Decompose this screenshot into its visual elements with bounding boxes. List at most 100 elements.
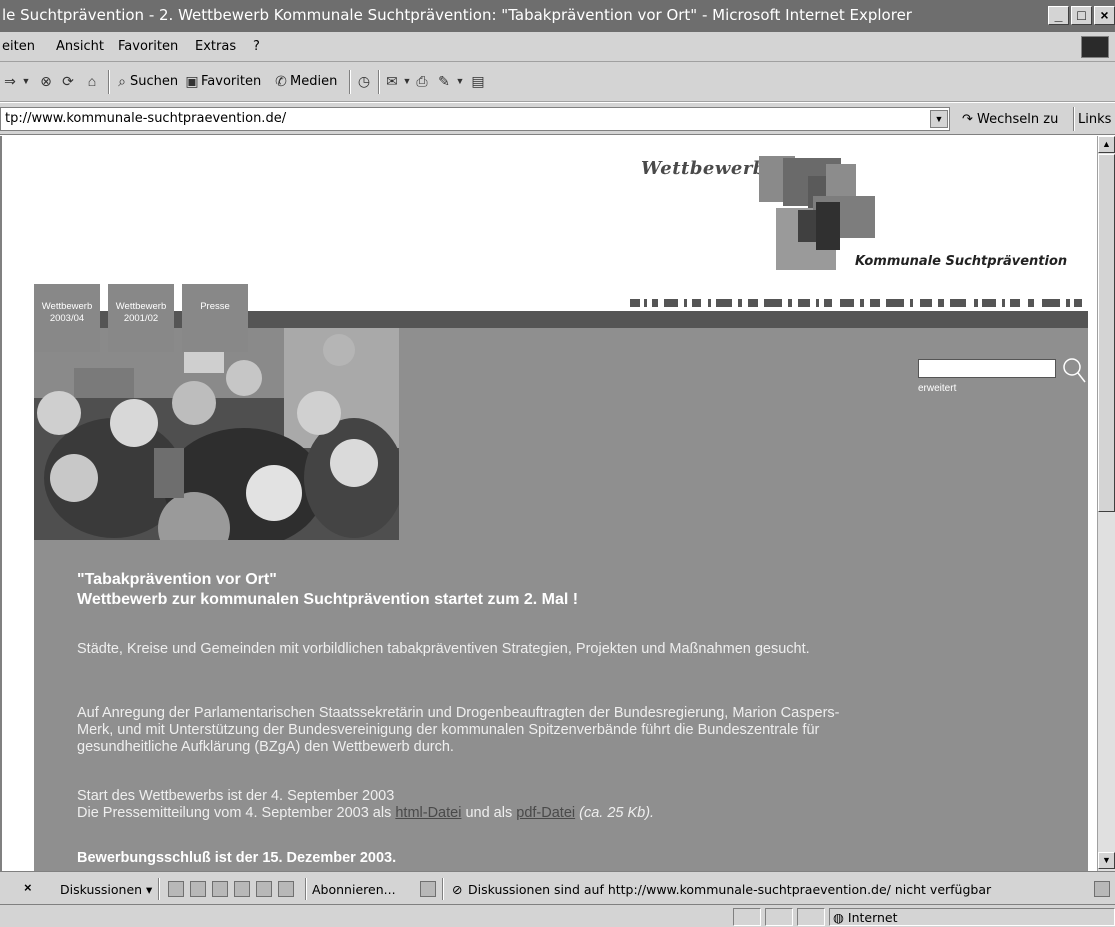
nav-tab-line: Presse: [200, 301, 230, 312]
paragraph-3-line-1: Start des Wettbewerbs ist der 4. Septemb…: [77, 788, 395, 804]
headline-line-1: "Tabakprävention vor Ort": [77, 571, 277, 588]
paragraph-3: Start des Wettbewerbs ist der 4. Septemb…: [77, 788, 897, 822]
pdf-file-link[interactable]: pdf-Datei: [516, 805, 575, 821]
nav-tab-line: 2001/02: [123, 313, 159, 324]
nav-tab-line: Wettbewerb: [41, 301, 93, 312]
history-icon[interactable]: ◷: [356, 73, 372, 89]
advanced-search-link[interactable]: erweitert: [918, 383, 956, 394]
zone-label: Internet: [847, 910, 898, 925]
address-bar: tp://www.kommunale-suchtpraevention.de/ …: [0, 103, 1115, 135]
deadline-text: Bewerbungsschluß ist der 15. Dezember 20…: [77, 850, 397, 866]
discussion-close-button[interactable]: ×: [24, 880, 32, 895]
windows-logo-icon: [1081, 36, 1109, 58]
menu-extras[interactable]: Extras: [195, 39, 236, 54]
logo-title: Wettbewerb: [641, 158, 766, 179]
go-label: Wechseln zu: [977, 112, 1059, 127]
toolbar-separator: [442, 878, 444, 900]
toolbar-separator: [158, 878, 160, 900]
favorites-button[interactable]: Favoriten: [201, 74, 261, 89]
paragraph-3-text-mid: und als: [461, 805, 517, 821]
page-viewport: Wettbewerb Kommunale Suchtprävention erw…: [0, 136, 1097, 871]
delete-discussion-icon[interactable]: [278, 881, 294, 897]
address-input[interactable]: tp://www.kommunale-suchtpraevention.de/: [0, 107, 950, 131]
paragraph-2: Auf Anregung der Parlamentarischen Staat…: [77, 705, 840, 755]
go-button[interactable]: ↷ Wechseln zu: [962, 112, 1058, 127]
discuss-icon[interactable]: ▤: [470, 73, 486, 89]
edit-dropdown-icon[interactable]: ▼: [452, 73, 468, 89]
nav-tab-line: 2003/04: [49, 313, 85, 324]
group-photo: [34, 328, 399, 540]
minimize-button[interactable]: _: [1048, 6, 1069, 25]
stop-icon[interactable]: ⊗: [38, 73, 54, 89]
reply-icon[interactable]: [190, 881, 206, 897]
address-separator: [1073, 107, 1075, 131]
window-title: le Suchtprävention - 2. Wettbewerb Kommu…: [2, 6, 912, 24]
paragraph-3-text-post: (ca. 25 Kb).: [575, 805, 655, 821]
web-page: Wettbewerb Kommunale Suchtprävention erw…: [18, 136, 1097, 871]
toolbar-separator: [305, 878, 307, 900]
nav-tab-line: Wettbewerb: [115, 301, 167, 312]
subscribe-button[interactable]: Abonnieren...: [312, 882, 396, 897]
search-icon[interactable]: [1061, 356, 1087, 386]
discussion-bar: × Diskussionen ▾ Abonnieren... ⊘ Diskuss…: [0, 871, 1115, 905]
nav-tab-presse[interactable]: Presse: [182, 284, 248, 352]
maximize-button[interactable]: □: [1071, 6, 1092, 25]
no-discussions-icon: ⊘: [452, 882, 463, 897]
status-cell: [733, 908, 761, 926]
title-bar: le Suchtprävention - 2. Wettbewerb Kommu…: [0, 0, 1115, 32]
print-icon[interactable]: ⎙: [414, 73, 430, 89]
main-content: erweitert "Tabakprävention vor Ort" Wett…: [34, 328, 1088, 871]
discussions-menu[interactable]: Diskussionen ▾: [60, 882, 152, 897]
mail-dropdown-icon[interactable]: ▼: [399, 73, 415, 89]
expand-icon[interactable]: [212, 881, 228, 897]
collapse-icon[interactable]: [234, 881, 250, 897]
logo-subtitle: Kommunale Suchtprävention: [855, 254, 1068, 269]
window-controls: _ □ ×: [1048, 6, 1115, 25]
status-cell: [765, 908, 793, 926]
search-input[interactable]: [918, 359, 1056, 378]
toolbar-separator: [108, 70, 110, 94]
menu-help[interactable]: ?: [253, 39, 260, 54]
paragraph-1: Städte, Kreise und Gemeinden mit vorbild…: [77, 641, 810, 657]
edit-discussion-icon[interactable]: [256, 881, 272, 897]
group-photo-image: [34, 328, 399, 540]
zone-indicator: ◍ Internet: [833, 910, 898, 925]
nav-tab-wettbewerb-2003[interactable]: Wettbewerb 2003/04: [34, 284, 100, 352]
links-button[interactable]: Links: [1078, 112, 1111, 127]
address-dropdown-icon[interactable]: ▼: [930, 110, 948, 128]
mail-icon[interactable]: ✉: [384, 73, 400, 89]
scroll-thumb[interactable]: [1098, 154, 1115, 512]
menu-edit[interactable]: eiten: [2, 39, 35, 54]
menu-favorites[interactable]: Favoriten: [118, 39, 178, 54]
toolbar-separator: [349, 70, 351, 94]
nav-tab-wettbewerb-2001[interactable]: Wettbewerb 2001/02: [108, 284, 174, 352]
paragraph-3-text-pre: Die Pressemitteilung vom 4. September 20…: [77, 805, 396, 821]
scroll-up-icon[interactable]: ▲: [1098, 136, 1115, 153]
toolbar-separator: [378, 70, 380, 94]
decorative-stripe: [630, 299, 1082, 307]
media-icon[interactable]: ✆: [273, 73, 289, 89]
scroll-down-icon[interactable]: ▼: [1098, 852, 1115, 869]
discussion-pane-icon[interactable]: [420, 881, 436, 897]
refresh-icon[interactable]: ⟳: [60, 73, 76, 89]
status-cell: [797, 908, 825, 926]
new-discussion-icon[interactable]: [168, 881, 184, 897]
menu-view[interactable]: Ansicht: [56, 39, 104, 54]
media-button[interactable]: Medien: [290, 74, 337, 89]
discussion-options-icon[interactable]: [1094, 881, 1110, 897]
favorites-icon[interactable]: ▣: [184, 73, 200, 89]
headline: "Tabakprävention vor Ort" Wettbewerb zur…: [77, 570, 578, 610]
discussion-status-text: Diskussionen sind auf http://www.kommuna…: [468, 882, 992, 897]
search-button[interactable]: Suchen: [130, 74, 178, 89]
forward-dropdown-icon[interactable]: ▼: [18, 73, 34, 89]
html-file-link[interactable]: html-Datei: [395, 805, 461, 821]
close-button[interactable]: ×: [1094, 6, 1115, 25]
paragraph-3-line-2: Die Pressemitteilung vom 4. September 20…: [77, 805, 897, 822]
vertical-scrollbar[interactable]: ▲ ▼: [1097, 136, 1115, 871]
status-bar: ◍ Internet: [0, 905, 1115, 927]
search-icon[interactable]: ⌕: [114, 73, 130, 89]
home-icon[interactable]: ⌂: [84, 73, 100, 89]
edit-icon[interactable]: ✎: [436, 73, 452, 89]
forward-icon[interactable]: ⇒: [2, 73, 18, 89]
menu-bar: eiten Ansicht Favoriten Extras ?: [0, 32, 1115, 62]
